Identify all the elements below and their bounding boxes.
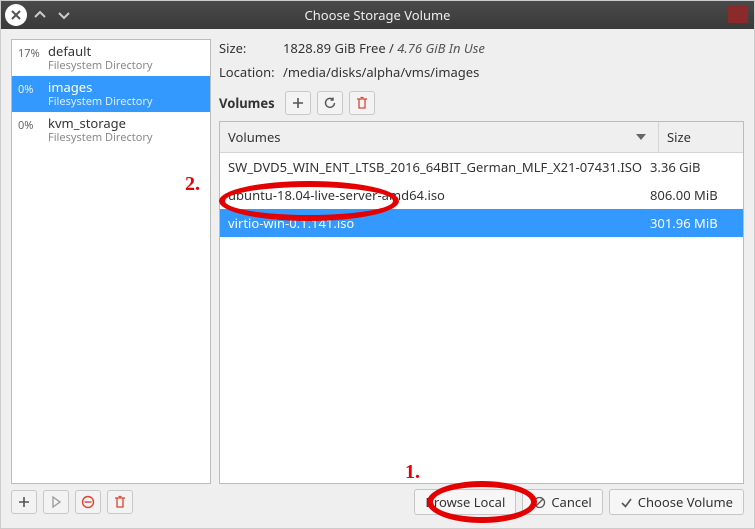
add-pool-button[interactable] <box>11 490 37 514</box>
header-volumes[interactable]: Volumes <box>220 122 658 152</box>
volume-row[interactable]: SW_DVD5_WIN_ENT_LTSB_2016_64BIT_German_M… <box>220 153 743 181</box>
choose-volume-button[interactable]: Choose Volume <box>609 489 744 515</box>
size-free: 1828.89 GiB Free <box>283 39 386 57</box>
main-panel: Size: 1828.89 GiB Free / 4.76 GiB In Use… <box>219 39 744 484</box>
dialog-window: Choose Storage Volume 17%defaultFilesyst… <box>0 0 755 529</box>
volumes-toolbar: Volumes <box>219 91 744 115</box>
volume-size: 806.00 MiB <box>650 186 735 204</box>
volumes-table: Volumes Size SW_DVD5_WIN_ENT_LTSB_2016_6… <box>219 121 744 484</box>
volume-name: ubuntu-18.04-live-server-amd64.iso <box>228 186 650 204</box>
window-down-icon[interactable] <box>53 4 75 26</box>
volume-row[interactable]: virtio-win-0.1.141.iso301.96 MiB <box>220 209 743 237</box>
size-value: 1828.89 GiB Free / 4.76 GiB In Use <box>283 39 485 57</box>
app-icon <box>728 5 748 23</box>
check-icon <box>620 496 633 509</box>
volumes-rows[interactable]: SW_DVD5_WIN_ENT_LTSB_2016_64BIT_German_M… <box>220 153 743 483</box>
pool-percent: 0% <box>18 116 48 133</box>
pool-name: default <box>48 44 153 59</box>
pool-item[interactable]: 0%kvm_storageFilesystem Directory <box>12 112 210 148</box>
pool-sub: Filesystem Directory <box>48 59 153 72</box>
pool-sub: Filesystem Directory <box>48 131 153 144</box>
title-bar: Choose Storage Volume <box>1 1 754 29</box>
bottom-bar: Browse Local Cancel Choose Volume <box>1 484 754 528</box>
cancel-icon <box>533 496 546 509</box>
volumes-table-header[interactable]: Volumes Size <box>220 122 743 153</box>
refresh-volumes-button[interactable] <box>317 91 343 115</box>
close-icon[interactable] <box>5 4 27 26</box>
delete-pool-button[interactable] <box>107 490 133 514</box>
pool-percent: 0% <box>18 80 48 97</box>
pool-name: kvm_storage <box>48 116 153 131</box>
header-size[interactable]: Size <box>658 122 743 152</box>
start-pool-button[interactable] <box>43 490 69 514</box>
volume-size: 301.96 MiB <box>650 214 735 232</box>
window-title: Choose Storage Volume <box>1 6 754 24</box>
size-in-use: 4.76 GiB In Use <box>397 39 485 57</box>
volume-name: SW_DVD5_WIN_ENT_LTSB_2016_64BIT_German_M… <box>228 158 650 176</box>
pool-item[interactable]: 0%imagesFilesystem Directory <box>12 76 210 112</box>
add-volume-button[interactable] <box>285 91 311 115</box>
stop-pool-button[interactable] <box>75 490 101 514</box>
volume-size: 3.36 GiB <box>650 158 735 176</box>
sort-indicator-icon <box>636 134 646 140</box>
browse-local-button[interactable]: Browse Local <box>414 489 516 515</box>
window-up-icon[interactable] <box>29 4 51 26</box>
pool-sub: Filesystem Directory <box>48 95 153 108</box>
pool-item[interactable]: 17%defaultFilesystem Directory <box>12 40 210 76</box>
location-value: /media/disks/alpha/vms/images <box>283 63 479 81</box>
storage-pool-list[interactable]: 17%defaultFilesystem Directory0%imagesFi… <box>11 39 211 484</box>
delete-volume-button[interactable] <box>349 91 375 115</box>
cancel-button[interactable]: Cancel <box>522 489 602 515</box>
volumes-label: Volumes <box>219 94 275 112</box>
size-label: Size: <box>219 39 283 57</box>
location-label: Location: <box>219 63 283 81</box>
location-row: Location: /media/disks/alpha/vms/images <box>219 63 744 81</box>
pool-name: images <box>48 80 153 95</box>
volume-name: virtio-win-0.1.141.iso <box>228 214 650 232</box>
pool-percent: 17% <box>18 44 48 61</box>
storage-pool-panel: 17%defaultFilesystem Directory0%imagesFi… <box>11 39 211 484</box>
size-row: Size: 1828.89 GiB Free / 4.76 GiB In Use <box>219 39 744 57</box>
volume-row[interactable]: ubuntu-18.04-live-server-amd64.iso806.00… <box>220 181 743 209</box>
